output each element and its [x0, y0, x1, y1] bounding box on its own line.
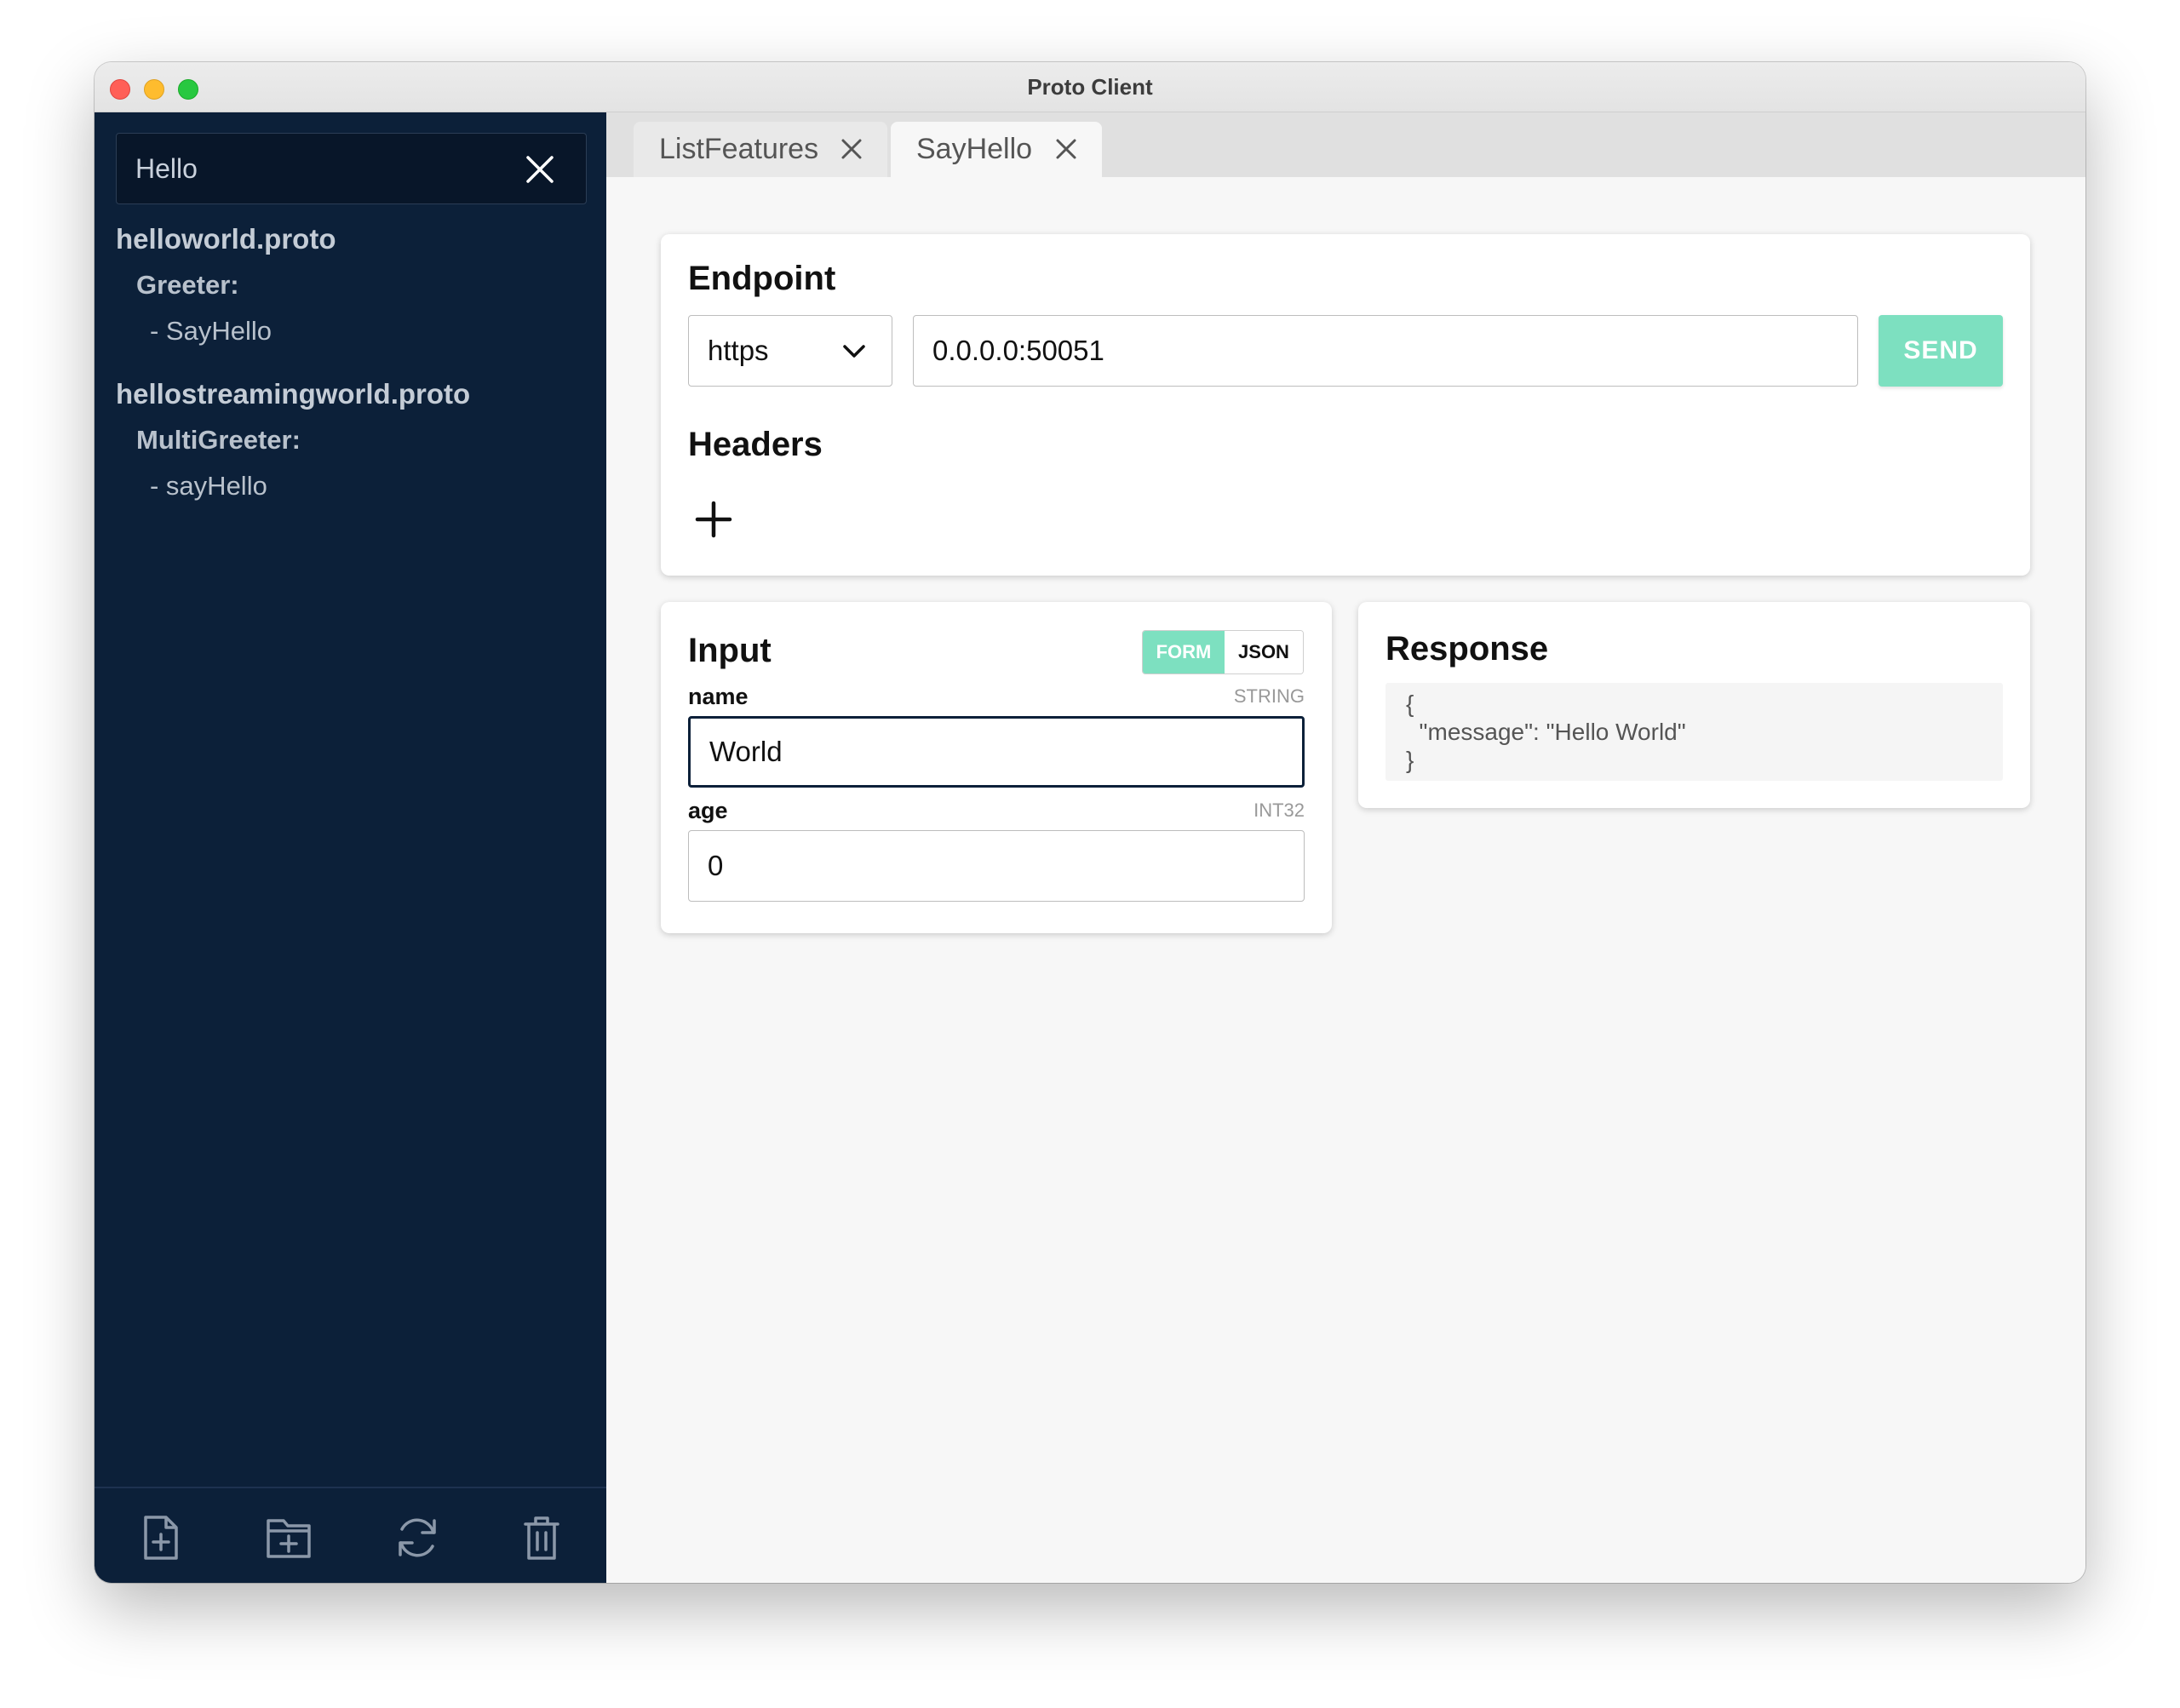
tab-bar: ListFeatures SayHello — [606, 112, 2085, 177]
url-input[interactable] — [913, 315, 1858, 387]
tab-label: ListFeatures — [659, 133, 819, 165]
proto-tree: helloworld.proto Greeter: - SayHello hel… — [116, 216, 593, 509]
refresh-icon[interactable] — [393, 1514, 441, 1562]
add-header-icon[interactable] — [695, 501, 732, 538]
input-title: Input — [688, 632, 772, 669]
main-panel: ListFeatures SayHello Endpoint https 0.0… — [606, 112, 2085, 1583]
close-tab-icon[interactable] — [1054, 137, 1078, 161]
title-bar: Proto Client — [95, 62, 2085, 112]
headers-title: Headers — [688, 426, 823, 463]
endpoint-card: Endpoint https SEND Headers — [661, 234, 2030, 576]
sidebar: helloworld.proto Greeter: - SayHello hel… — [95, 112, 606, 1583]
tree-service-multigreeter[interactable]: MultiGreeter: — [116, 417, 593, 463]
tab-listfeatures[interactable]: ListFeatures — [634, 122, 887, 177]
protocol-select[interactable]: https — [688, 315, 892, 387]
protocol-value: https — [708, 335, 769, 366]
form-mode-button[interactable]: FORM — [1143, 631, 1225, 673]
response-body: { "message": "Hello World" } — [1385, 683, 2003, 781]
field-label-name: name — [688, 684, 749, 709]
search-input[interactable] — [135, 149, 510, 188]
input-mode-toggle: FORM JSON — [1142, 630, 1304, 674]
tree-method-sayhello[interactable]: - SayHello — [116, 308, 593, 354]
field-label-age: age — [688, 798, 728, 823]
trash-icon[interactable] — [522, 1514, 561, 1562]
age-input[interactable] — [688, 830, 1305, 902]
tree-service-greeter[interactable]: Greeter: — [116, 262, 593, 308]
response-card: Response { "message": "Hello World" } — [1358, 602, 2030, 808]
tree-file-hellostreamingworld[interactable]: hellostreamingworld.proto — [116, 371, 593, 417]
send-button[interactable]: SEND — [1879, 315, 2003, 387]
json-mode-button[interactable]: JSON — [1225, 631, 1303, 673]
tree-method-sayhello-stream[interactable]: - sayHello — [116, 463, 593, 509]
add-folder-icon[interactable] — [265, 1514, 313, 1562]
search-box — [116, 133, 587, 204]
add-file-icon[interactable] — [139, 1514, 183, 1562]
endpoint-title: Endpoint — [688, 260, 836, 297]
field-type-name: STRING — [1233, 685, 1305, 707]
clear-search-icon[interactable] — [525, 154, 555, 185]
field-type-age: INT32 — [1254, 800, 1305, 821]
window-title: Proto Client — [1027, 74, 1153, 100]
input-card: Input FORM JSON name STRING age INT32 — [661, 602, 1332, 933]
close-tab-icon[interactable] — [840, 137, 863, 161]
tab-sayhello[interactable]: SayHello — [891, 122, 1102, 177]
sidebar-footer — [95, 1487, 606, 1583]
chevron-down-icon — [843, 345, 865, 358]
tree-file-helloworld[interactable]: helloworld.proto — [116, 216, 593, 262]
name-input[interactable] — [688, 716, 1305, 788]
app-window: Proto Client helloworld.proto Greeter: -… — [95, 62, 2085, 1583]
tab-label: SayHello — [916, 133, 1033, 165]
response-title: Response — [1385, 630, 1549, 668]
